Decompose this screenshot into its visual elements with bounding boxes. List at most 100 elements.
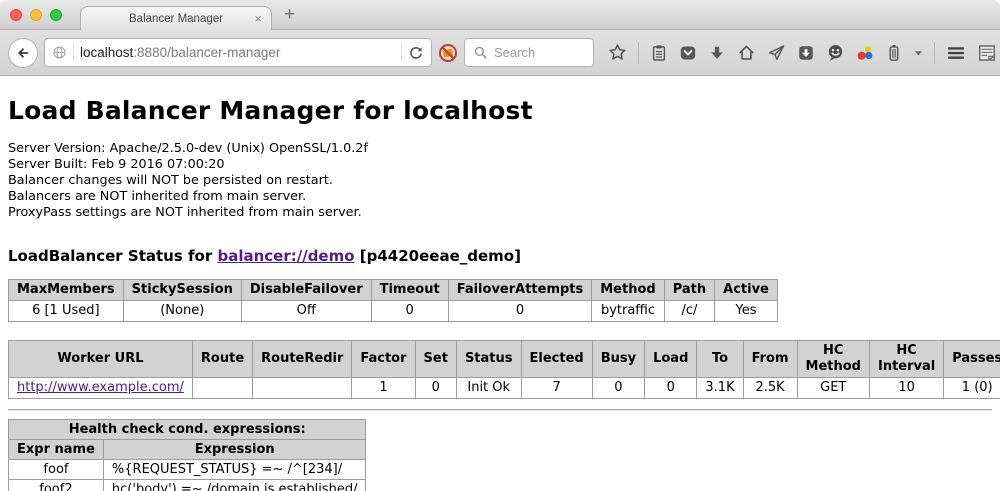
close-window-button[interactable] [10,9,22,21]
table-row: 6 [1 Used] (None) Off 0 0 bytraffic /c/ … [9,301,778,322]
browser-window: Balancer Manager × + localhost:8880/bala… [0,0,1000,491]
home-icon[interactable] [737,43,756,62]
divider [8,409,992,411]
reload-icon[interactable] [408,45,424,61]
col-hc-method: HC Method [797,341,869,378]
cell-disablefailover: Off [241,301,371,322]
cell-stickysession: (None) [123,301,241,322]
col-failoverattempts: FailoverAttempts [448,280,592,301]
cell-active: Yes [715,301,778,322]
bookmark-star-icon[interactable] [608,43,627,62]
table-header-row: Expr name Expression [9,440,366,460]
cell-hc-interval: 10 [869,378,943,399]
page-snapshot-icon[interactable] [977,43,997,63]
col-load: Load [645,341,697,378]
col-passes: Passes [944,341,1000,378]
cell-from: 2.5K [743,378,797,399]
downloads-arrow-icon[interactable] [708,44,726,62]
cell-expr-name: foof [9,460,104,480]
health-check-table: Health check cond. expressions: Expr nam… [8,419,366,491]
col-timeout: Timeout [371,280,448,301]
table-header-row: Worker URL Route RouteRedir Factor Set S… [9,341,1000,378]
status-heading-suffix: [p4420eeae_demo] [360,247,521,265]
tab-title: Balancer Manager [129,13,223,25]
cell-elected: 7 [521,378,592,399]
col-worker-url: Worker URL [9,341,193,378]
window-controls [10,9,62,21]
cell-busy: 0 [592,378,644,399]
persist-note-line: Balancer changes will NOT be persisted o… [8,173,992,189]
chat-smiley-icon[interactable] [826,43,845,62]
urlbar-separator [73,44,74,62]
back-button[interactable] [8,38,38,68]
col-status: Status [456,341,521,378]
cell-status: Init Ok [456,378,521,399]
proxypass-note-line: ProxyPass settings are NOT inherited fro… [8,205,992,221]
cell-expression: %{REQUEST_STATUS} =~ /^[234]/ [103,460,366,480]
col-elected: Elected [521,341,592,378]
cell-routeredir [253,378,352,399]
col-to: To [697,341,743,378]
table-row: http://www.example.com/ 1 0 Init Ok 7 0 … [9,378,1000,399]
table-header-row: MaxMembers StickySession DisableFailover… [9,280,778,301]
col-routeredir: RouteRedir [253,341,352,378]
cell-set: 0 [415,378,456,399]
urlbar-separator [401,44,402,62]
server-built-line: Server Built: Feb 9 2016 07:00:20 [8,157,992,173]
balancer-demo-link[interactable]: balancer://demo [217,247,354,265]
page-content: Load Balancer Manager for localhost Serv… [0,96,1000,491]
cell-expression: hc('body') =~ /domain is established/ [103,480,366,491]
cell-to: 3.1K [697,378,743,399]
server-info: Server Version: Apache/2.5.0-dev (Unix) … [8,141,992,221]
pocket-icon[interactable] [679,44,697,62]
url-text: localhost:8880/balancer-manager [80,45,395,60]
cell-passes: 1 (0) [944,378,1000,399]
url-bar[interactable]: localhost:8880/balancer-manager [44,38,432,67]
cell-worker-url: http://www.example.com/ [9,378,193,399]
worker-url-link[interactable]: http://www.example.com/ [17,380,184,395]
cell-failoverattempts: 0 [448,301,592,322]
server-version-line: Server Version: Apache/2.5.0-dev (Unix) … [8,141,992,157]
send-icon[interactable] [767,43,786,62]
cell-method: bytraffic [592,301,664,322]
toolbar-icons [608,42,997,64]
zoom-window-button[interactable] [50,9,62,21]
flash-block-icon[interactable] [438,43,458,63]
color-dots-icon[interactable] [856,44,874,62]
tab-balancer-manager[interactable]: Balancer Manager × [80,6,272,30]
url-host: localhost [80,45,133,60]
menu-icon[interactable] [946,43,966,63]
col-expression: Expression [103,440,366,460]
cell-load: 0 [645,378,697,399]
globe-icon [52,45,67,60]
cell-expr-name: foof2 [9,480,104,491]
col-stickysession: StickySession [123,280,241,301]
search-icon [473,45,488,60]
search-input[interactable] [494,45,584,60]
battery-icon[interactable] [885,44,903,62]
col-busy: Busy [592,341,644,378]
col-method: Method [592,280,664,301]
cell-path: /c/ [664,301,714,322]
status-heading-prefix: LoadBalancer Status for [8,247,212,265]
back-icon [15,45,31,61]
download-box-icon[interactable] [797,44,815,62]
balancer-status-table: MaxMembers StickySession DisableFailover… [8,279,778,322]
cell-route [192,378,252,399]
new-tab-button[interactable]: + [284,4,295,26]
minimize-window-button[interactable] [30,9,42,21]
dropdown-caret-icon[interactable] [914,49,923,57]
table-title-row: Health check cond. expressions: [9,420,366,440]
col-maxmembers: MaxMembers [9,280,124,301]
worker-status-table: Worker URL Route RouteRedir Factor Set S… [8,340,1000,399]
col-disablefailover: DisableFailover [241,280,371,301]
toolbar-separator [934,42,935,64]
search-bar[interactable] [464,38,594,67]
col-active: Active [715,280,778,301]
col-route: Route [192,341,252,378]
cell-hc-method: GET [797,378,869,399]
table-row: foof %{REQUEST_STATUS} =~ /^[234]/ [9,460,366,480]
health-table-title: Health check cond. expressions: [9,420,366,440]
reading-list-icon[interactable] [650,44,668,62]
tab-close-icon[interactable]: × [254,11,262,26]
